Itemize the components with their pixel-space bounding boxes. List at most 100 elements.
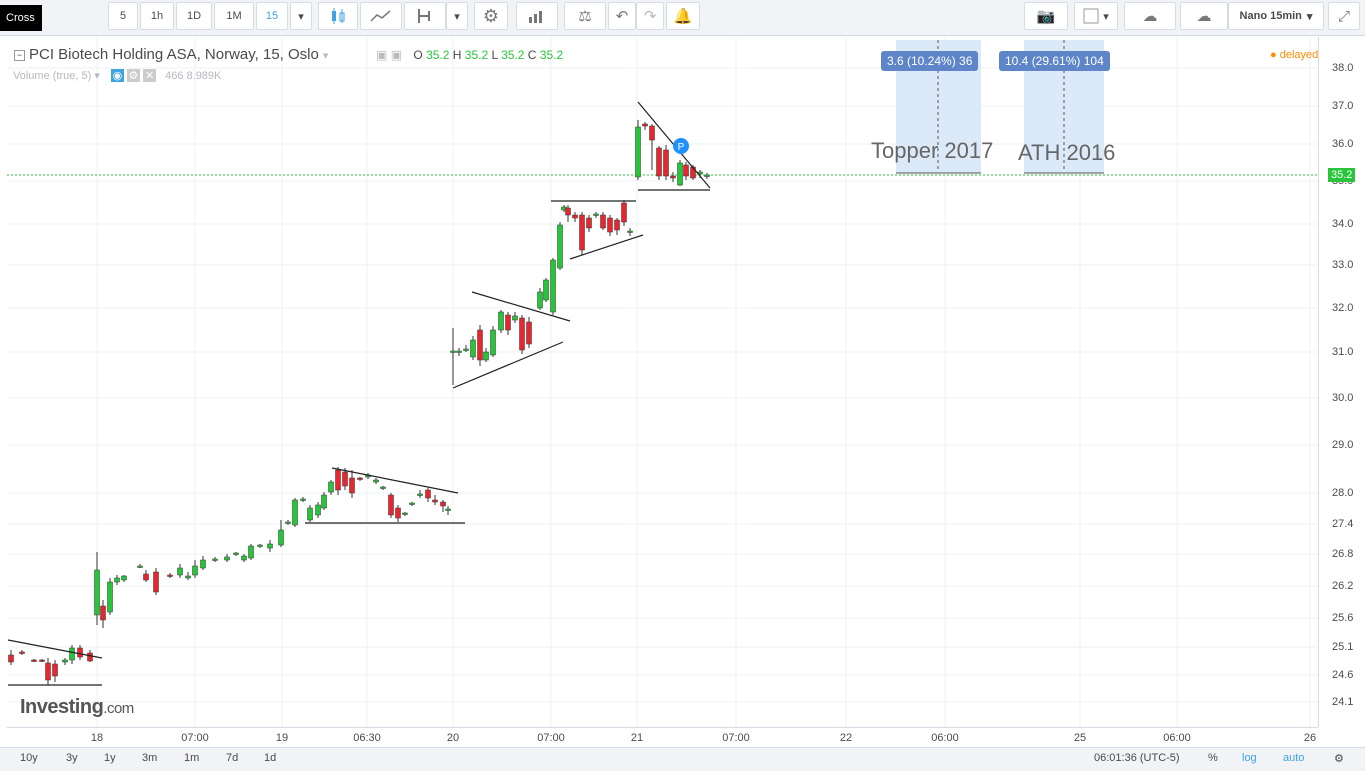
chevron-down-icon: ▾	[298, 10, 304, 23]
candle-body	[143, 573, 149, 581]
save-chart-button[interactable]: ☁	[1180, 2, 1228, 30]
annotation-ath-2016[interactable]: ATH 2016	[1018, 140, 1115, 166]
settings-icon[interactable]: ⚙	[1334, 752, 1344, 765]
candle-body	[683, 164, 689, 177]
eye-icon[interactable]: ▣	[376, 48, 387, 62]
time-tick-label: 07:00	[537, 732, 565, 744]
candle-body	[77, 647, 83, 658]
interval-1h-button[interactable]: 1h	[140, 2, 174, 30]
interval-5-button[interactable]: 5	[108, 2, 138, 30]
interval-1m-button[interactable]: 1M	[214, 2, 254, 30]
redo-button[interactable]: ↷	[636, 2, 664, 30]
candle-body	[656, 147, 662, 177]
time-tick-label: 07:00	[181, 732, 209, 744]
candle-body	[417, 493, 423, 496]
eye-icon[interactable]: ◉	[110, 69, 124, 82]
price-range-measure-2[interactable]: 10.4 (29.61%) 104	[999, 51, 1110, 71]
compare-button[interactable]	[516, 2, 558, 30]
candle-body	[300, 498, 306, 501]
settings-icon[interactable]: ⚙	[126, 69, 140, 82]
candle-body	[257, 544, 263, 547]
range-1y-button[interactable]: 1y	[104, 752, 116, 764]
time-tick-label: 22	[839, 732, 853, 744]
time-tick-label: 26	[1303, 732, 1317, 744]
range-1m-button[interactable]: 1m	[184, 752, 199, 764]
range-7d-button[interactable]: 7d	[226, 752, 238, 764]
candle-body	[635, 126, 641, 178]
volume-legend[interactable]: Volume (true, 5) ▾ ◉ ⚙ ✕ 466 8.989K	[13, 69, 221, 82]
bell-icon: 🔔	[673, 8, 693, 25]
interval-15-button[interactable]: 15	[256, 2, 288, 30]
symbol-legend[interactable]: − PCI Biotech Holding ASA, Norway, 15, Os…	[14, 46, 328, 63]
snapshot-button[interactable]: 📷	[1024, 2, 1068, 30]
candle-body	[505, 314, 511, 331]
logo-suffix: .com	[103, 700, 134, 717]
drawing-tools-button[interactable]	[404, 2, 446, 30]
candle-body	[440, 501, 446, 507]
layout-button[interactable]: ▾	[1074, 2, 1118, 30]
close-icon[interactable]: ✕	[143, 69, 157, 82]
range-3m-button[interactable]: 3m	[142, 752, 157, 764]
candle-body	[224, 556, 230, 561]
cursor-mode-button[interactable]: Cross	[0, 5, 42, 31]
candle-body	[565, 207, 571, 216]
candle-body	[107, 581, 113, 613]
alert-button[interactable]: 🔔	[666, 2, 700, 30]
line-chart-icon	[370, 10, 391, 22]
price-tick-label: 37.0	[1332, 100, 1354, 112]
candle-body	[627, 230, 633, 233]
range-10y-button[interactable]: 10y	[20, 752, 38, 764]
fork-icon	[418, 9, 430, 23]
layout-name-button[interactable]: Nano 15min ▾	[1228, 2, 1324, 30]
volume-label: Volume (true, 5)	[13, 70, 92, 82]
candle-body	[292, 499, 298, 526]
candle-body	[8, 654, 14, 663]
candle-body	[192, 565, 198, 576]
fullscreen-button[interactable]: ⤢	[1328, 2, 1360, 30]
chevron-down-icon: ▾	[1306, 10, 1313, 23]
price-tick-label: 31.0	[1332, 346, 1354, 358]
percent-toggle[interactable]: %	[1208, 752, 1218, 764]
last-price-label: 35.2	[1328, 168, 1356, 182]
candle-body	[349, 477, 355, 494]
candle-body	[267, 543, 273, 549]
time-axis[interactable]: 18 07:00 19 06:30 20 07:00 21 07:00 22 06:00 25 06:…	[7, 727, 1318, 748]
range-1d-button[interactable]: 1d	[264, 752, 276, 764]
log-toggle[interactable]: log	[1242, 752, 1257, 764]
candle-body	[470, 339, 476, 358]
gear-icon: ⚙	[482, 5, 500, 26]
undo-button[interactable]: ↶	[608, 2, 636, 30]
load-chart-button[interactable]: ☁	[1124, 2, 1176, 30]
candle-body	[490, 329, 496, 356]
candle-body	[307, 507, 313, 521]
price-axis[interactable]: 38.037.036.035.034.033.032.031.030.029.0…	[1318, 37, 1365, 727]
candle-body	[432, 499, 438, 503]
bar-chart-icon	[529, 11, 542, 23]
settings-icon[interactable]: ▣	[391, 48, 402, 62]
interval-dropdown[interactable]: ▾	[290, 2, 312, 30]
annotation-topper-2017[interactable]: Topper 2017	[871, 138, 993, 164]
candle-body	[285, 521, 291, 524]
range-3y-button[interactable]: 3y	[66, 752, 78, 764]
price-tick-label: 27.4	[1332, 518, 1354, 530]
interval-1d-button[interactable]: 1D	[176, 2, 212, 30]
candles-style-button[interactable]	[318, 2, 358, 30]
candle-body	[248, 545, 254, 559]
drawing-dropdown[interactable]: ▾	[446, 2, 468, 30]
candle-body	[315, 504, 321, 516]
candle-body	[52, 663, 58, 677]
price-range-measure-1[interactable]: 3.6 (10.24%) 36	[881, 51, 979, 71]
delayed-label: delayed	[1279, 49, 1319, 61]
price-chart[interactable]: P	[7, 37, 1318, 727]
candle-body	[463, 348, 469, 351]
price-tick-label: 34.0	[1332, 218, 1354, 230]
price-tick-label: 25.1	[1332, 641, 1354, 653]
indicators-button[interactable]	[360, 2, 402, 30]
compare-symbol-button[interactable]: ⚖	[564, 2, 606, 30]
candle-body	[19, 651, 25, 654]
settings-button[interactable]: ⚙	[474, 2, 508, 30]
auto-toggle[interactable]: auto	[1283, 752, 1304, 764]
high-value: 35.2	[464, 48, 489, 62]
time-tick-label: 07:00	[722, 732, 750, 744]
time-tick-label: 06:00	[931, 732, 959, 744]
